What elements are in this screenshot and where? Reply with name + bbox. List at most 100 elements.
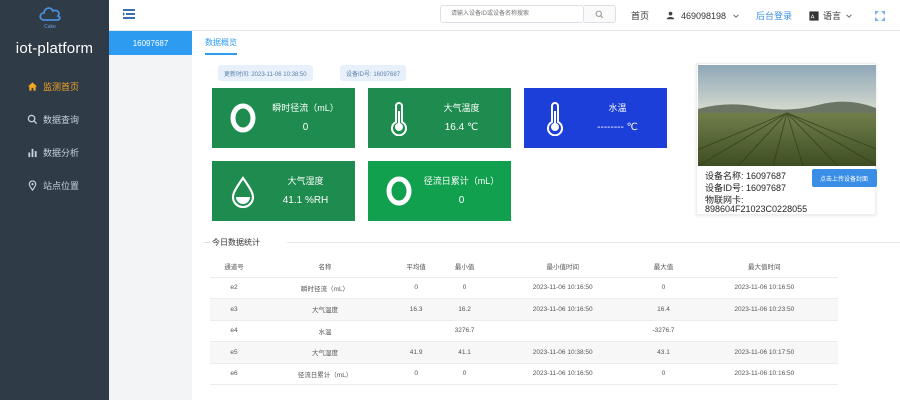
table-cell (690, 320, 838, 342)
sidebar-item-label: 数据查询 (43, 115, 80, 125)
ring-icon (228, 102, 258, 134)
language-label: 语言 (823, 11, 842, 21)
location-pin-icon (26, 180, 38, 192)
table-cell: 41.1 (440, 341, 490, 364)
table-cell: 2023-11-06 10:16:50 (489, 277, 637, 299)
sim-value: 898604F21023C0228055 (705, 204, 808, 214)
column-header: 平均值 (392, 255, 441, 278)
table-cell: 16.2 (440, 298, 490, 321)
table-cell: 径流日累计（mL） (257, 363, 393, 385)
sidebar-item-query[interactable]: 数据查询 (0, 103, 109, 136)
logo-subtitle: Cake (44, 24, 56, 30)
table-cell: 2023-11-06 10:16:50 (489, 363, 637, 385)
table-cell: 2023-11-06 10:16:50 (489, 298, 637, 321)
sidebar-item-home[interactable]: 监测首页 (0, 70, 109, 103)
table-cell: 0 (392, 363, 441, 385)
search-input[interactable] (440, 5, 584, 23)
table-cell: 2023-11-06 10:17:50 (690, 341, 838, 364)
card-value: 0 (458, 195, 465, 206)
language-menu[interactable]: A 语言 (809, 0, 853, 31)
table-row: e2 瞬时径流（mL） 0 0 2023-11-06 10:16:50 0 20… (210, 277, 838, 299)
home-icon (26, 81, 38, 93)
table-cell: 0 (636, 363, 691, 385)
table-cell (489, 320, 637, 342)
tab-overview[interactable]: 数据概览 (205, 31, 237, 55)
search-button[interactable] (584, 5, 616, 23)
brand-title: iot-platform (15, 40, 94, 57)
user-name: 469098198 (681, 10, 727, 21)
column-header: 最大值 (636, 255, 691, 278)
column-header: 最大值时间 (690, 255, 838, 278)
update-time-chip: 更新时间: 2023-11-06 10:38:50 (218, 65, 313, 81)
main-content: 更新时间: 2023-11-06 10:38:50 设备ID号: 1609768… (192, 55, 900, 400)
upload-cover-button[interactable]: 点击上传设备封面 (812, 169, 877, 187)
column-header: 最小值 (440, 255, 490, 278)
table-cell: 2023-11-06 10:16:50 (690, 277, 838, 299)
tabs-bar: 16097687 数据概览 (109, 31, 900, 55)
card-air-temperature: 大气温度 16.4 ℃ (368, 88, 511, 148)
table-cell: e4 (210, 320, 258, 342)
sidebar-item-label: 站点位置 (43, 181, 80, 191)
card-name: 径流日累计（mL） (423, 176, 500, 186)
ring-icon (384, 175, 414, 207)
column-header: 名称 (257, 255, 393, 278)
sidebar-item-analysis[interactable]: 数据分析 (0, 136, 109, 169)
table-row: e6 径流日累计（mL） 0 0 2023-11-06 10:16:50 0 2… (210, 363, 838, 385)
card-name: 大气湿度 (287, 176, 324, 186)
user-menu[interactable]: 469098198 (666, 0, 740, 31)
table-cell: 16.4 (636, 298, 691, 321)
stats-title: 今日数据统计 (212, 238, 260, 247)
card-value: 0 (302, 122, 309, 133)
sidebar-item-location[interactable]: 站点位置 (0, 169, 109, 202)
sidebar-item-label: 数据分析 (43, 148, 80, 158)
sidebar-nav: 监测首页 数据查询 数据分析 站点位置 (0, 70, 109, 202)
thermometer-icon (384, 102, 414, 137)
table-cell: e6 (210, 363, 258, 385)
table-cell: 水温 (257, 320, 393, 342)
table-cell: 2023-11-06 10:16:50 (690, 363, 838, 385)
device-cover-image (698, 65, 876, 166)
table-cell (392, 320, 441, 342)
search-icon (595, 10, 604, 18)
user-icon (666, 11, 675, 20)
card-name: 大气温度 (443, 103, 480, 113)
table-cell: 0 (392, 277, 441, 299)
table-cell: 大气湿度 (257, 341, 393, 364)
card-water-temperature: 水温 -------- ℃ (524, 88, 667, 148)
device-info-panel: 设备名称: 16097687 设备ID号: 16097687 物联网卡: 898… (696, 63, 877, 215)
table-cell: 43.1 (636, 341, 691, 364)
top-header: 首页 469098198 后台登录 A 语言 (109, 0, 900, 31)
table-cell: 0 (440, 277, 490, 299)
fullscreen-icon[interactable] (875, 0, 885, 31)
table-cell: e5 (210, 341, 258, 364)
admin-login-link[interactable]: 后台登录 (756, 0, 792, 31)
home-link[interactable]: 首页 (631, 0, 649, 31)
sidebar-item-label: 监测首页 (43, 82, 80, 92)
menu-toggle-icon[interactable] (122, 7, 136, 21)
translate-icon: A (809, 10, 819, 21)
divider (204, 242, 210, 243)
card-value: -------- ℃ (597, 122, 638, 133)
cloud-logo-icon: Cake (36, 4, 64, 30)
table-cell: 0 (440, 363, 490, 385)
tab-device[interactable]: 16097687 (109, 31, 192, 55)
table-cell: e2 (210, 277, 258, 299)
card-instant-runoff: 瞬时径流（mL） 0 (212, 88, 355, 148)
table-cell: 瞬时径流（mL） (257, 277, 393, 299)
sidebar: Cake iot-platform 监测首页 数据查询 数据分析 站点位置 (0, 0, 109, 400)
table-header-row: 通道号 名称 平均值 最小值 最小值时间 最大值 最大值时间 (210, 255, 838, 278)
column-header: 最小值时间 (489, 255, 637, 278)
card-value: 41.1 %RH (282, 195, 329, 206)
device-id-chip: 设备ID号: 16097687 (340, 65, 407, 81)
table-cell: 41.9 (392, 341, 441, 364)
stats-table: 通道号 名称 平均值 最小值 最小值时间 最大值 最大值时间 e2 瞬时径流（m… (210, 255, 838, 385)
svg-text:A: A (811, 14, 815, 20)
thermometer-icon (540, 102, 570, 137)
card-runoff-daily-total: 径流日累计（mL） 0 (368, 161, 511, 221)
water-drop-icon (228, 175, 258, 209)
card-air-humidity: 大气湿度 41.1 %RH (212, 161, 355, 221)
table-cell: 2023-11-06 10:23:50 (690, 298, 838, 321)
card-name: 水温 (608, 103, 627, 113)
table-cell: 大气温度 (257, 298, 393, 321)
table-cell: -3276.7 (636, 320, 691, 342)
